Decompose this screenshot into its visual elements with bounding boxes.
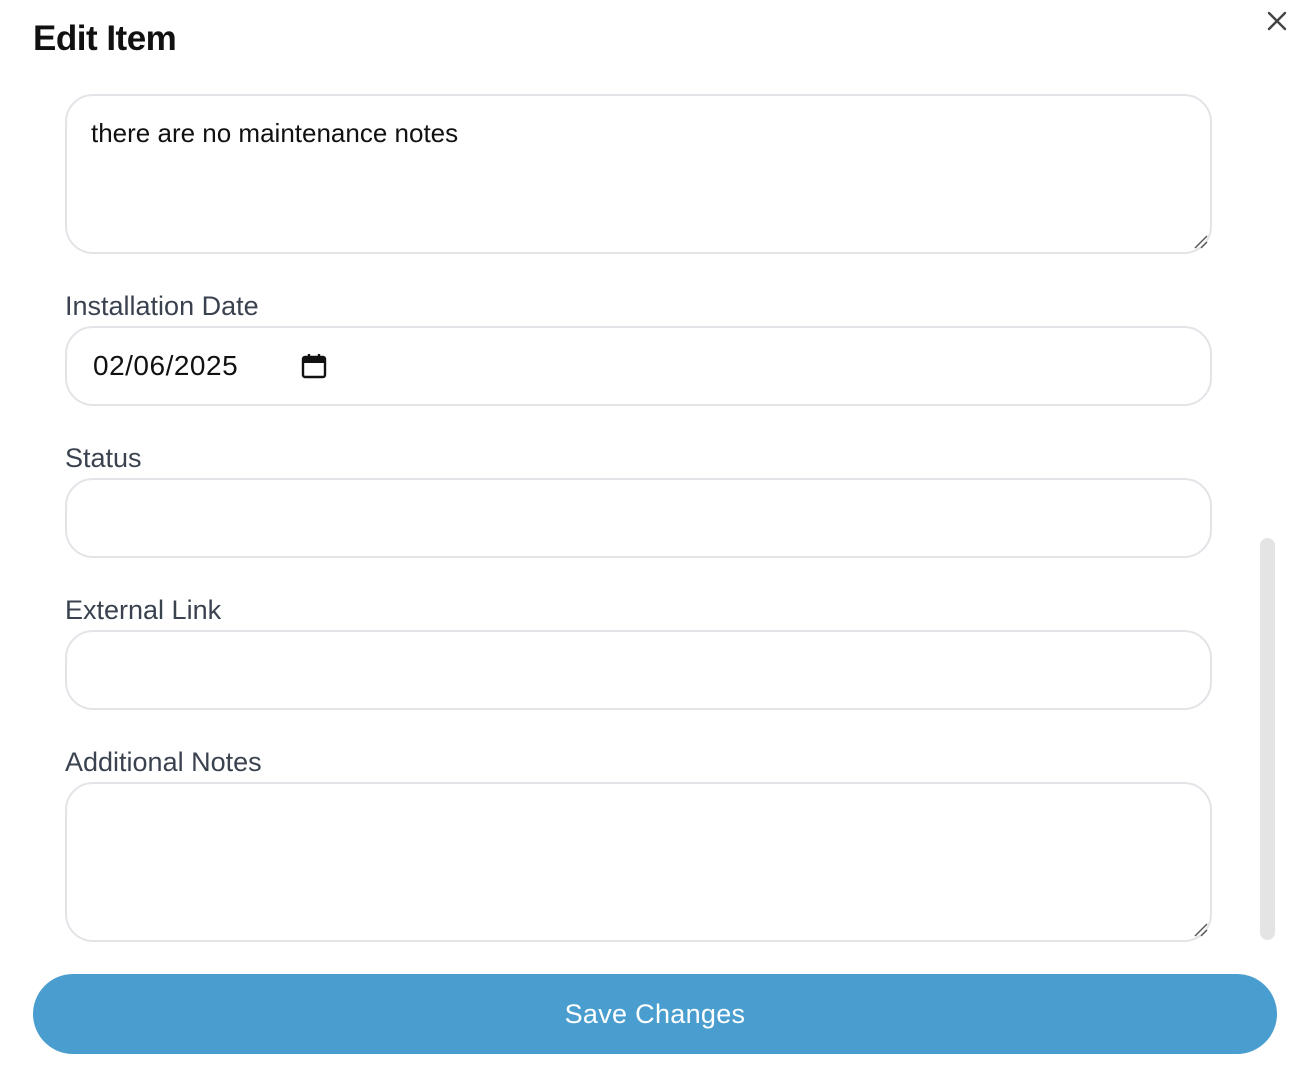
scrollbar[interactable]	[1260, 538, 1275, 940]
additional-notes-textarea[interactable]	[65, 782, 1212, 942]
installation-date-value: 02/06/2025	[93, 350, 239, 381]
external-link-label: External Link	[65, 595, 222, 625]
status-input[interactable]	[65, 478, 1212, 558]
edit-item-modal: Edit Item there are no maintenance notes…	[0, 0, 1304, 1074]
modal-title: Edit Item	[33, 19, 177, 58]
calendar-icon[interactable]	[300, 352, 328, 380]
additional-notes-label: Additional Notes	[65, 747, 262, 777]
close-button[interactable]	[1262, 6, 1292, 36]
external-link-input[interactable]	[65, 630, 1212, 710]
save-changes-button[interactable]: Save Changes	[33, 974, 1277, 1054]
status-label: Status	[65, 443, 142, 473]
resize-handle-icon[interactable]	[1193, 922, 1209, 938]
maintenance-notes-textarea[interactable]: there are no maintenance notes	[65, 94, 1212, 254]
close-icon	[1267, 11, 1287, 31]
installation-date-label: Installation Date	[65, 291, 259, 321]
resize-handle-icon[interactable]	[1193, 234, 1209, 250]
